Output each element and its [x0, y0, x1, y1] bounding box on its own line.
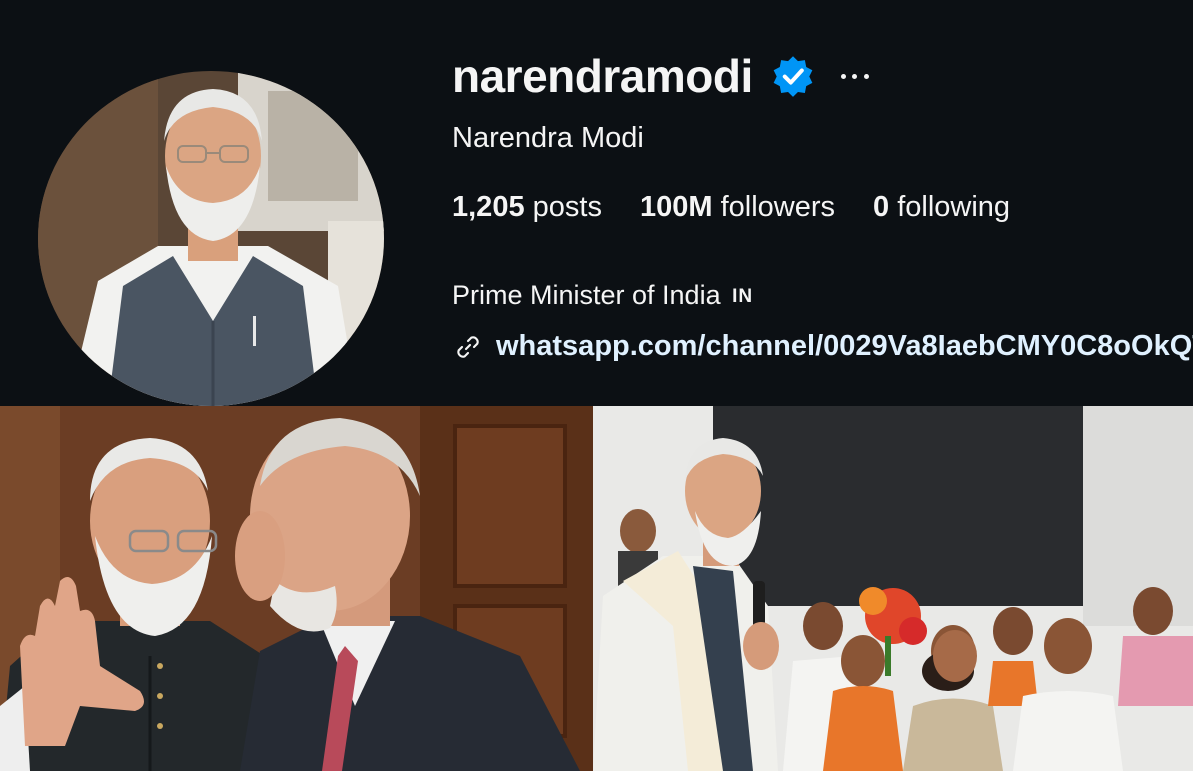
- profile-avatar[interactable]: [38, 71, 384, 406]
- posts-count: 1,205: [452, 191, 525, 223]
- post-photo-left[interactable]: [0, 406, 593, 771]
- username: narendramodi: [452, 50, 753, 102]
- following-stat[interactable]: 0 following: [873, 191, 1010, 224]
- followers-label: followers: [720, 191, 836, 223]
- bio-text: Prime Minister of India: [452, 280, 721, 310]
- post-image-left: [0, 406, 593, 771]
- profile-stats: 1,205 posts 100M followers 0 following: [452, 191, 1048, 224]
- more-options-icon[interactable]: [840, 71, 869, 81]
- verified-badge-icon: [773, 56, 813, 97]
- following-count: 0: [873, 191, 890, 223]
- bio-link[interactable]: whatsapp.com/channel/0029Va8IaebCMY0C8oO…: [452, 330, 1193, 363]
- following-label: following: [897, 191, 1011, 223]
- posts-stat[interactable]: 1,205 posts: [452, 191, 602, 224]
- bio-link-text: whatsapp.com/channel/0029Va8IaebCMY0C8oO…: [496, 330, 1193, 362]
- posts-label: posts: [532, 191, 602, 223]
- post-image-right: [593, 406, 1193, 771]
- username-row: narendramodi: [452, 46, 869, 106]
- india-flag-icon: IN: [732, 286, 754, 307]
- profile-header: narendramodi Narendra Modi 1,205 posts 1…: [0, 0, 1193, 406]
- avatar-photo: [38, 71, 384, 406]
- followers-count: 100M: [639, 191, 713, 223]
- bio: Prime Minister of India IN: [452, 280, 753, 311]
- full-name: Narendra Modi: [452, 122, 644, 154]
- link-icon: [457, 335, 479, 358]
- post-photo-right[interactable]: [593, 406, 1193, 771]
- followers-stat[interactable]: 100M followers: [640, 191, 835, 224]
